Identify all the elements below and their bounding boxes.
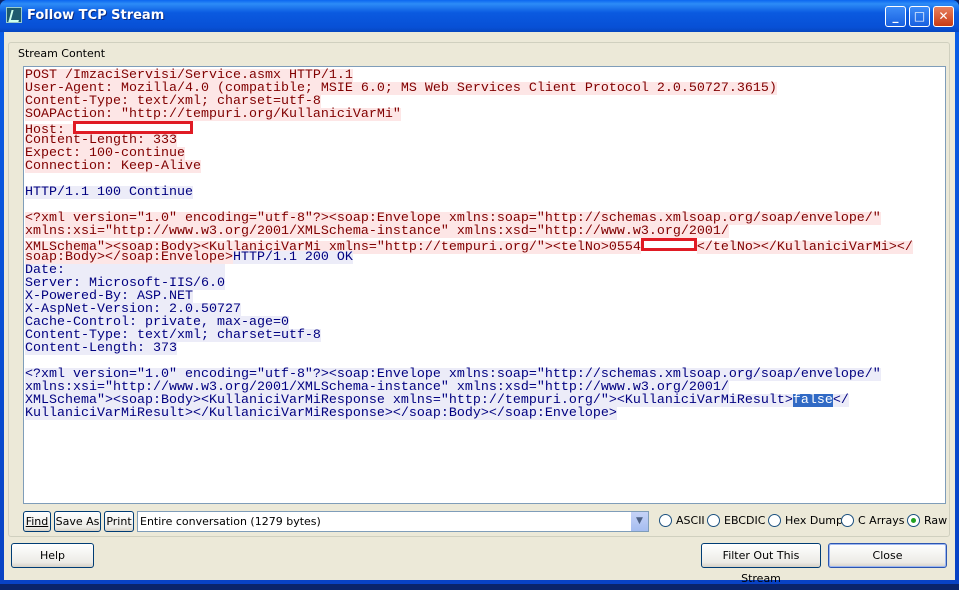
dialog-body: Stream Content POST /ImzaciServisi/Servi… bbox=[4, 32, 955, 585]
minimize-button[interactable]: _ bbox=[885, 6, 906, 27]
maximize-button[interactable]: □ bbox=[909, 6, 930, 27]
window-title: Follow TCP Stream bbox=[27, 8, 165, 23]
stream-text: Content-Length: 373 bbox=[25, 341, 177, 356]
find-button[interactable]: Find bbox=[23, 511, 51, 532]
stream-line: Connection: Keep-Alive bbox=[25, 160, 945, 173]
conversation-select[interactable]: Entire conversation (1279 bytes) ▼ bbox=[137, 511, 649, 532]
format-radio-ascii[interactable]: ASCII bbox=[659, 514, 705, 527]
group-label: Stream Content bbox=[17, 47, 107, 60]
radio-label: ASCII bbox=[676, 514, 705, 527]
redaction-box bbox=[640, 238, 697, 251]
close-button[interactable]: Close bbox=[828, 543, 947, 568]
stream-line: HTTP/1.1 100 Continue bbox=[25, 186, 945, 199]
radio-label: C Arrays bbox=[858, 514, 905, 527]
chevron-down-icon[interactable]: ▼ bbox=[631, 512, 648, 531]
stream-text: SOAPAction: "http://tempuri.org/Kullanic… bbox=[25, 107, 401, 122]
radio-circle-icon[interactable] bbox=[768, 514, 781, 527]
help-button[interactable]: Help bbox=[11, 543, 94, 568]
stream-line: SOAPAction: "http://tempuri.org/Kullanic… bbox=[25, 108, 945, 121]
radio-circle-icon[interactable] bbox=[659, 514, 672, 527]
stream-toolbar: Find Save As Print Entire conversation (… bbox=[23, 511, 953, 533]
radio-label: EBCDIC bbox=[724, 514, 766, 527]
radio-circle-icon[interactable] bbox=[707, 514, 720, 527]
filter-out-stream-button[interactable]: Filter Out This Stream bbox=[701, 543, 821, 585]
radio-label: Raw bbox=[924, 514, 948, 527]
format-radio-raw[interactable]: Raw bbox=[907, 514, 947, 527]
radio-circle-icon[interactable] bbox=[907, 514, 920, 527]
stream-text: Connection: Keep-Alive bbox=[25, 159, 201, 174]
radio-label: Hex Dump bbox=[785, 514, 843, 527]
find-label: Find bbox=[25, 515, 49, 528]
stream-text: </telNo></KullaniciVarMi></ bbox=[696, 240, 913, 255]
title-bar[interactable]: Follow TCP Stream _ □ ✕ bbox=[0, 0, 959, 32]
stream-text: </ bbox=[832, 393, 849, 408]
conversation-select-value: Entire conversation (1279 bytes) bbox=[140, 515, 321, 528]
stream-line: Content-Length: 373 bbox=[25, 342, 945, 355]
format-radio-hex-dump[interactable]: Hex Dump bbox=[768, 514, 843, 527]
selected-text: false bbox=[792, 393, 833, 408]
stream-line: KullaniciVarMiResult></KullaniciVarMiRes… bbox=[25, 407, 945, 420]
stream-line: xmlns:xsi="http://www.w3.org/2001/XMLSch… bbox=[25, 225, 945, 238]
save-as-button[interactable]: Save As bbox=[54, 511, 101, 532]
stream-content-text[interactable]: POST /ImzaciServisi/Service.asmx HTTP/1.… bbox=[23, 66, 946, 504]
stream-text: HTTP/1.1 200 OK bbox=[232, 250, 353, 265]
wireshark-app-icon bbox=[6, 7, 22, 23]
format-radio-c-arrays[interactable]: C Arrays bbox=[841, 514, 905, 527]
stream-content-group: Stream Content POST /ImzaciServisi/Servi… bbox=[8, 42, 950, 537]
close-window-button[interactable]: ✕ bbox=[933, 6, 954, 27]
stream-text: HTTP/1.1 100 Continue bbox=[25, 185, 193, 200]
radio-circle-icon[interactable] bbox=[841, 514, 854, 527]
format-radio-ebcdic[interactable]: EBCDIC bbox=[707, 514, 765, 527]
follow-tcp-stream-window: Follow TCP Stream _ □ ✕ Stream Content P… bbox=[0, 0, 959, 585]
print-button[interactable]: Print bbox=[104, 511, 134, 532]
stream-text: xmlns:xsi="http://www.w3.org/2001/XMLSch… bbox=[25, 224, 729, 239]
stream-text: KullaniciVarMiResult></KullaniciVarMiRes… bbox=[25, 406, 617, 421]
